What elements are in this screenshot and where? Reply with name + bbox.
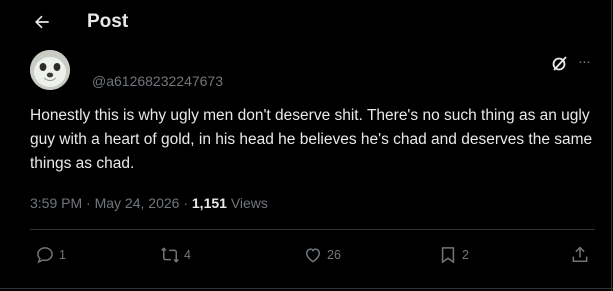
views-label: Views [230, 195, 268, 211]
bookmark-button[interactable]: 2 [438, 240, 469, 270]
divider [30, 229, 595, 230]
meta-separator: · [183, 195, 188, 211]
reply-count: 1 [59, 248, 66, 262]
top-bar: Post [0, 0, 613, 44]
like-button[interactable]: 26 [303, 240, 341, 270]
share-icon [572, 246, 588, 262]
reply-button[interactable]: 1 [35, 240, 66, 270]
post-text: Honestly this is why ugly men don't dese… [30, 107, 593, 172]
page-title: Post [87, 11, 129, 32]
bookmark-count: 2 [462, 248, 469, 262]
author-handle[interactable]: @a61268232247673 [92, 73, 223, 89]
share-button[interactable] [570, 240, 590, 270]
post-meta: 3:59 PM · May 24, 2026 · 1,151 Views [30, 195, 268, 211]
seal-avatar-image [30, 50, 70, 90]
meta-separator: · [86, 195, 91, 211]
column-border [611, 0, 612, 291]
repost-count: 4 [184, 248, 191, 262]
back-button[interactable] [30, 10, 54, 34]
repost-button[interactable]: 4 [160, 240, 191, 270]
avatar[interactable] [30, 50, 70, 90]
like-icon [305, 248, 321, 263]
views-count: 1,151 [191, 195, 227, 211]
like-count: 26 [327, 248, 341, 262]
bottom-border [0, 288, 613, 289]
grok-icon[interactable] [551, 54, 569, 72]
more-icon[interactable]: ··· [578, 53, 591, 70]
post-date[interactable]: May 24, 2026 [95, 195, 180, 211]
post-time[interactable]: 3:59 PM [30, 195, 82, 211]
back-arrow-icon [35, 15, 49, 29]
repost-icon [161, 247, 179, 263]
reply-icon [37, 247, 53, 264]
action-bar: 1 4 26 2 [30, 240, 595, 270]
bookmark-icon [441, 247, 455, 264]
